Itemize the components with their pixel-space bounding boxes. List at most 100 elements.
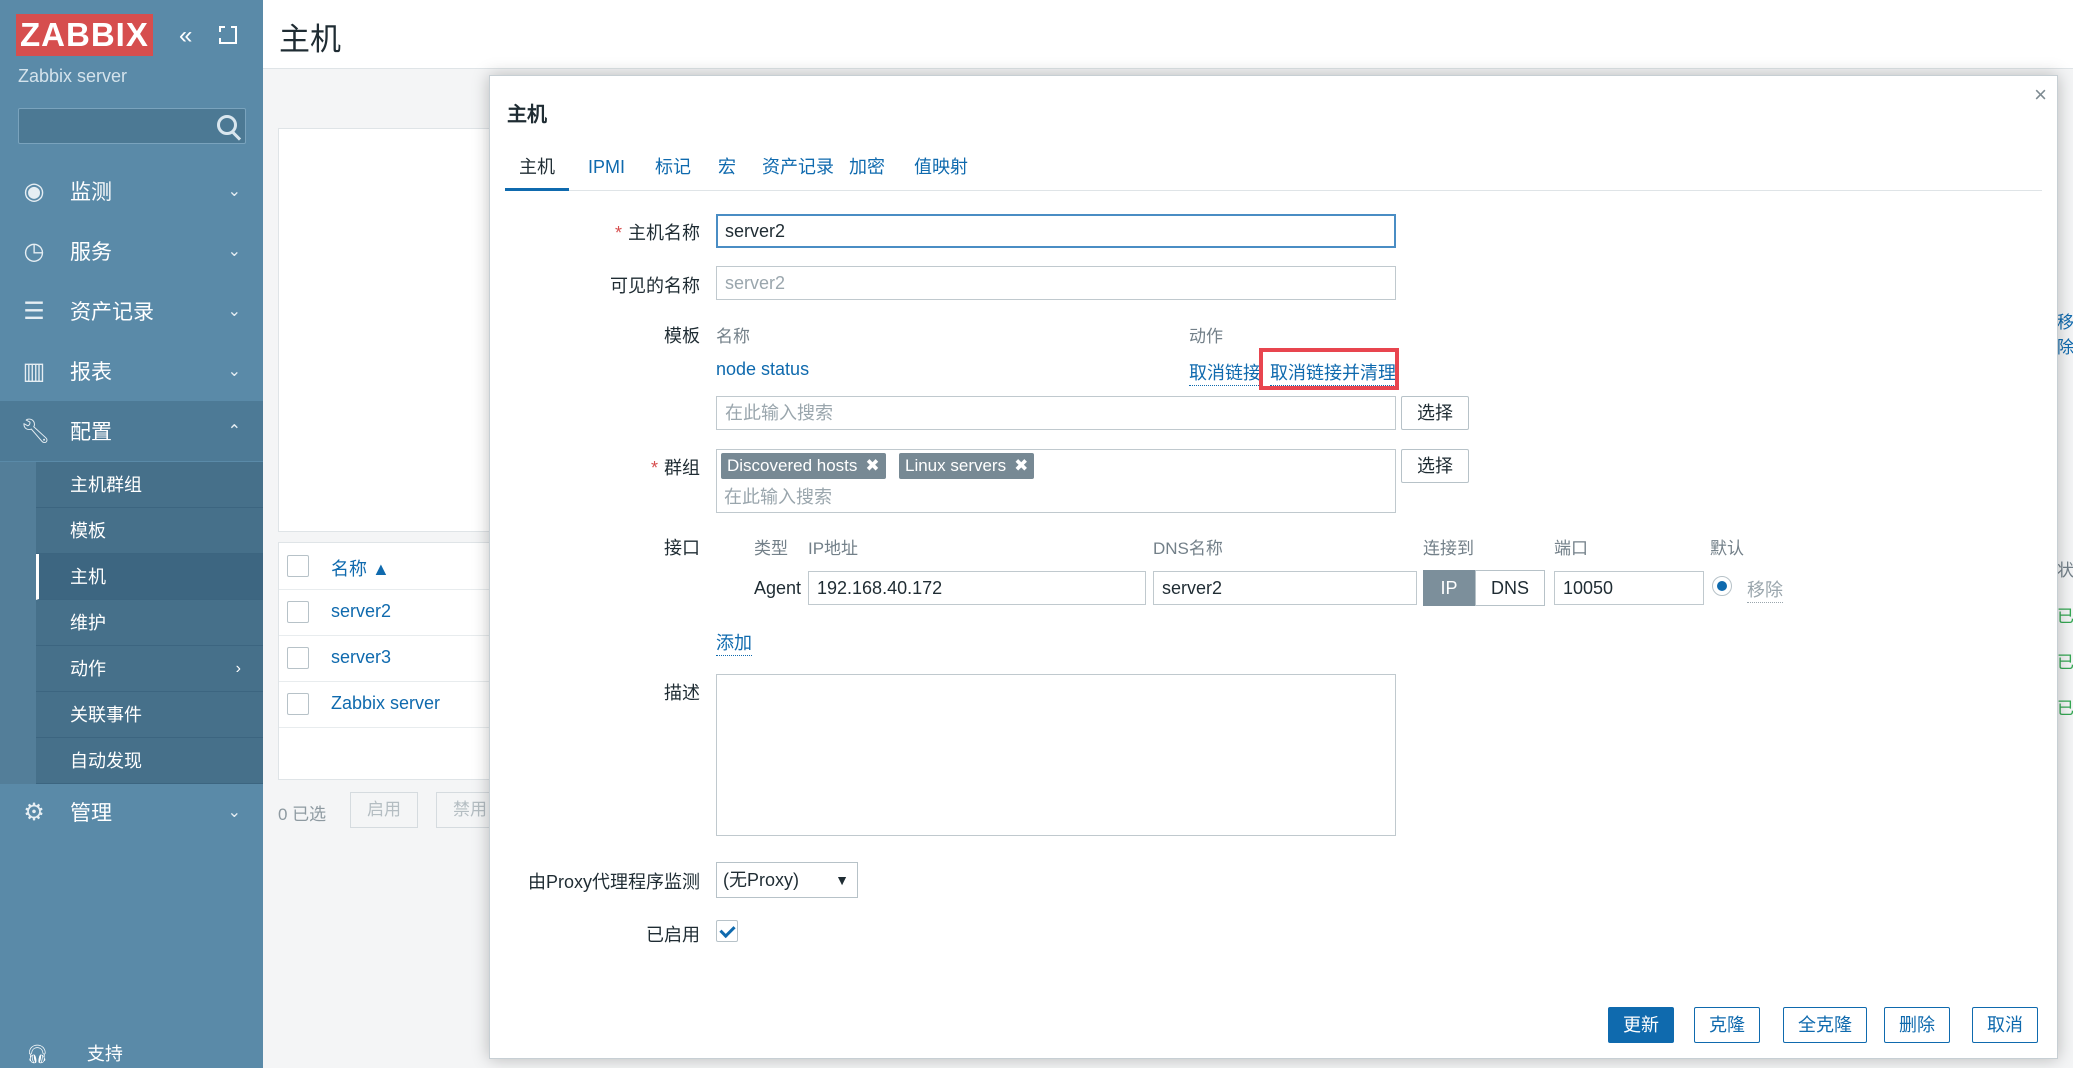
groups-multiselect[interactable]: Discovered hosts ✖ Linux servers ✖ 在此输入搜索 [716, 449, 1396, 513]
menu-inventory[interactable]: ☰ 资产记录 ⌄ [0, 281, 263, 341]
submenu-hosts[interactable]: 主机 [36, 554, 263, 600]
stopwatch-icon: ◷ [23, 237, 45, 265]
tab-ipmi[interactable]: IPMI [574, 146, 639, 188]
if-col-default: 默认 [1710, 539, 1744, 558]
group-chip: Discovered hosts ✖ [721, 453, 886, 479]
templates-col-name: 名称 [716, 327, 750, 346]
sidebar: ZABBIX « Zabbix server ◉ 监测 ⌄ ◷ 服务 ⌄ ☰ 资… [0, 0, 263, 1068]
chevron-up-icon: ⌃ [227, 423, 241, 440]
host-name-input[interactable]: server2 [716, 214, 1396, 248]
groups-label: * 群组 [500, 454, 700, 480]
submenu-label: 动作 [70, 659, 106, 679]
interface-remove-link[interactable]: 移除 [1747, 576, 1783, 603]
menu-configuration[interactable]: 🔧︎ 配置 ⌃ [0, 401, 263, 461]
row-checkbox[interactable] [287, 601, 309, 623]
enabled-checkbox[interactable] [716, 920, 738, 942]
proxy-select-value: (无Proxy) [723, 870, 799, 890]
tab-value-mapping[interactable]: 值映射 [900, 146, 982, 188]
highlight-annotation [1259, 348, 1399, 390]
interface-port-input[interactable]: 10050 [1554, 571, 1704, 605]
template-search-input[interactable]: 在此输入搜索 [716, 396, 1396, 430]
cancel-button[interactable]: 取消 [1972, 1007, 2038, 1043]
menu-monitoring[interactable]: ◉ 监测 ⌄ [0, 161, 263, 221]
if-col-dns: DNS名称 [1153, 539, 1223, 558]
sidebar-search-input[interactable] [18, 108, 246, 144]
collapse-sidebar-icon[interactable]: « [179, 22, 192, 50]
dialog-tabs: 主机 IPMI 标记 宏 资产记录 加密 值映射 [505, 146, 2042, 191]
template-link[interactable]: node status [716, 359, 809, 380]
tab-macros[interactable]: 宏 [704, 146, 750, 188]
default-interface-radio[interactable] [1712, 576, 1732, 596]
support-link[interactable]: 🎧︎ 支持 [26, 1040, 123, 1066]
group-chip-label: Discovered hosts [727, 456, 858, 475]
submenu-templates[interactable]: 模板 [36, 508, 263, 554]
template-select-button[interactable]: 选择 [1401, 396, 1469, 430]
remove-chip-icon[interactable]: ✖ [1014, 456, 1028, 475]
required-marker: * [650, 458, 658, 478]
edge-status: 已 [2057, 607, 2073, 626]
search-icon[interactable] [217, 115, 237, 135]
zabbix-logo[interactable]: ZABBIX [16, 14, 153, 56]
host-link[interactable]: Zabbix server [331, 693, 440, 714]
unlink-button[interactable]: 取消链接 [1189, 359, 1261, 386]
chevron-down-icon: ⌄ [227, 303, 241, 320]
eye-icon: ◉ [23, 177, 45, 205]
page-title: 主机 [279, 22, 341, 57]
submenu-bar [0, 462, 36, 784]
submenu-discovery[interactable]: 自动发现 [36, 738, 263, 784]
tab-tags[interactable]: 标记 [641, 146, 705, 188]
wrench-icon: 🔧︎ [20, 417, 51, 445]
menu-administration[interactable]: ⚙ 管理 ⌄ [0, 782, 263, 842]
description-textarea[interactable] [716, 674, 1396, 836]
chevron-down-icon: ⌄ [227, 804, 241, 821]
groups-label-text: 群组 [664, 458, 700, 478]
connect-to-ip-button[interactable]: IP [1423, 570, 1475, 606]
page-header [263, 0, 2073, 69]
required-marker: * [614, 223, 622, 243]
tab-inventory[interactable]: 资产记录 [748, 146, 848, 188]
host-link[interactable]: server2 [331, 601, 391, 622]
connect-to-dns-button[interactable]: DNS [1475, 570, 1545, 606]
update-button[interactable]: 更新 [1608, 1007, 1674, 1043]
visible-name-input[interactable]: server2 [716, 266, 1396, 300]
add-interface-link[interactable]: 添加 [716, 629, 752, 656]
select-all-checkbox[interactable] [287, 555, 309, 577]
remove-chip-icon[interactable]: ✖ [865, 456, 879, 475]
tab-encryption[interactable]: 加密 [835, 146, 899, 188]
host-edit-dialog: 主机 × 主机 IPMI 标记 宏 资产记录 加密 值映射 * 主机名称 serv… [489, 75, 2058, 1059]
group-search-input[interactable]: 在此输入搜索 [724, 483, 832, 509]
clone-button[interactable]: 克隆 [1694, 1007, 1760, 1043]
tab-host[interactable]: 主机 [505, 146, 569, 191]
if-col-type: 类型 [754, 539, 788, 558]
bar-chart-icon: ▥ [22, 357, 46, 385]
submenu-host-groups[interactable]: 主机群组 [36, 462, 263, 508]
menu-services[interactable]: ◷ 服务 ⌄ [0, 221, 263, 281]
full-clone-button[interactable]: 全克隆 [1783, 1007, 1867, 1043]
group-chip: Linux servers ✖ [899, 453, 1035, 479]
kiosk-mode-icon[interactable] [219, 26, 237, 44]
headset-icon: 🎧︎ [26, 1044, 49, 1064]
proxy-select[interactable]: (无Proxy) ▼ [716, 862, 858, 898]
submenu-actions[interactable]: 动作 › [36, 646, 263, 692]
enable-button[interactable]: 启用 [350, 792, 418, 828]
delete-button[interactable]: 删除 [1884, 1007, 1950, 1043]
column-name-header[interactable]: 名称 ▲ [331, 555, 390, 581]
group-chip-label: Linux servers [905, 456, 1007, 475]
row-checkbox[interactable] [287, 693, 309, 715]
row-checkbox[interactable] [287, 647, 309, 669]
submenu-maintenance[interactable]: 维护 [36, 600, 263, 646]
group-select-button[interactable]: 选择 [1401, 449, 1469, 483]
server-name: Zabbix server [18, 66, 128, 86]
menu-label: 报表 [70, 361, 112, 384]
close-icon[interactable]: × [2034, 82, 2047, 108]
menu-label: 监测 [70, 181, 112, 204]
interface-dns-input[interactable]: server2 [1153, 571, 1417, 605]
list-icon: ☰ [23, 297, 45, 325]
chevron-down-icon: ▼ [835, 872, 849, 888]
submenu-event-correlation[interactable]: 关联事件 [36, 692, 263, 738]
menu-label: 配置 [70, 421, 112, 444]
host-link[interactable]: server3 [331, 647, 391, 668]
interface-ip-input[interactable]: 192.168.40.172 [808, 571, 1146, 605]
templates-col-action: 动作 [1189, 327, 1223, 346]
menu-reports[interactable]: ▥ 报表 ⌄ [0, 341, 263, 401]
